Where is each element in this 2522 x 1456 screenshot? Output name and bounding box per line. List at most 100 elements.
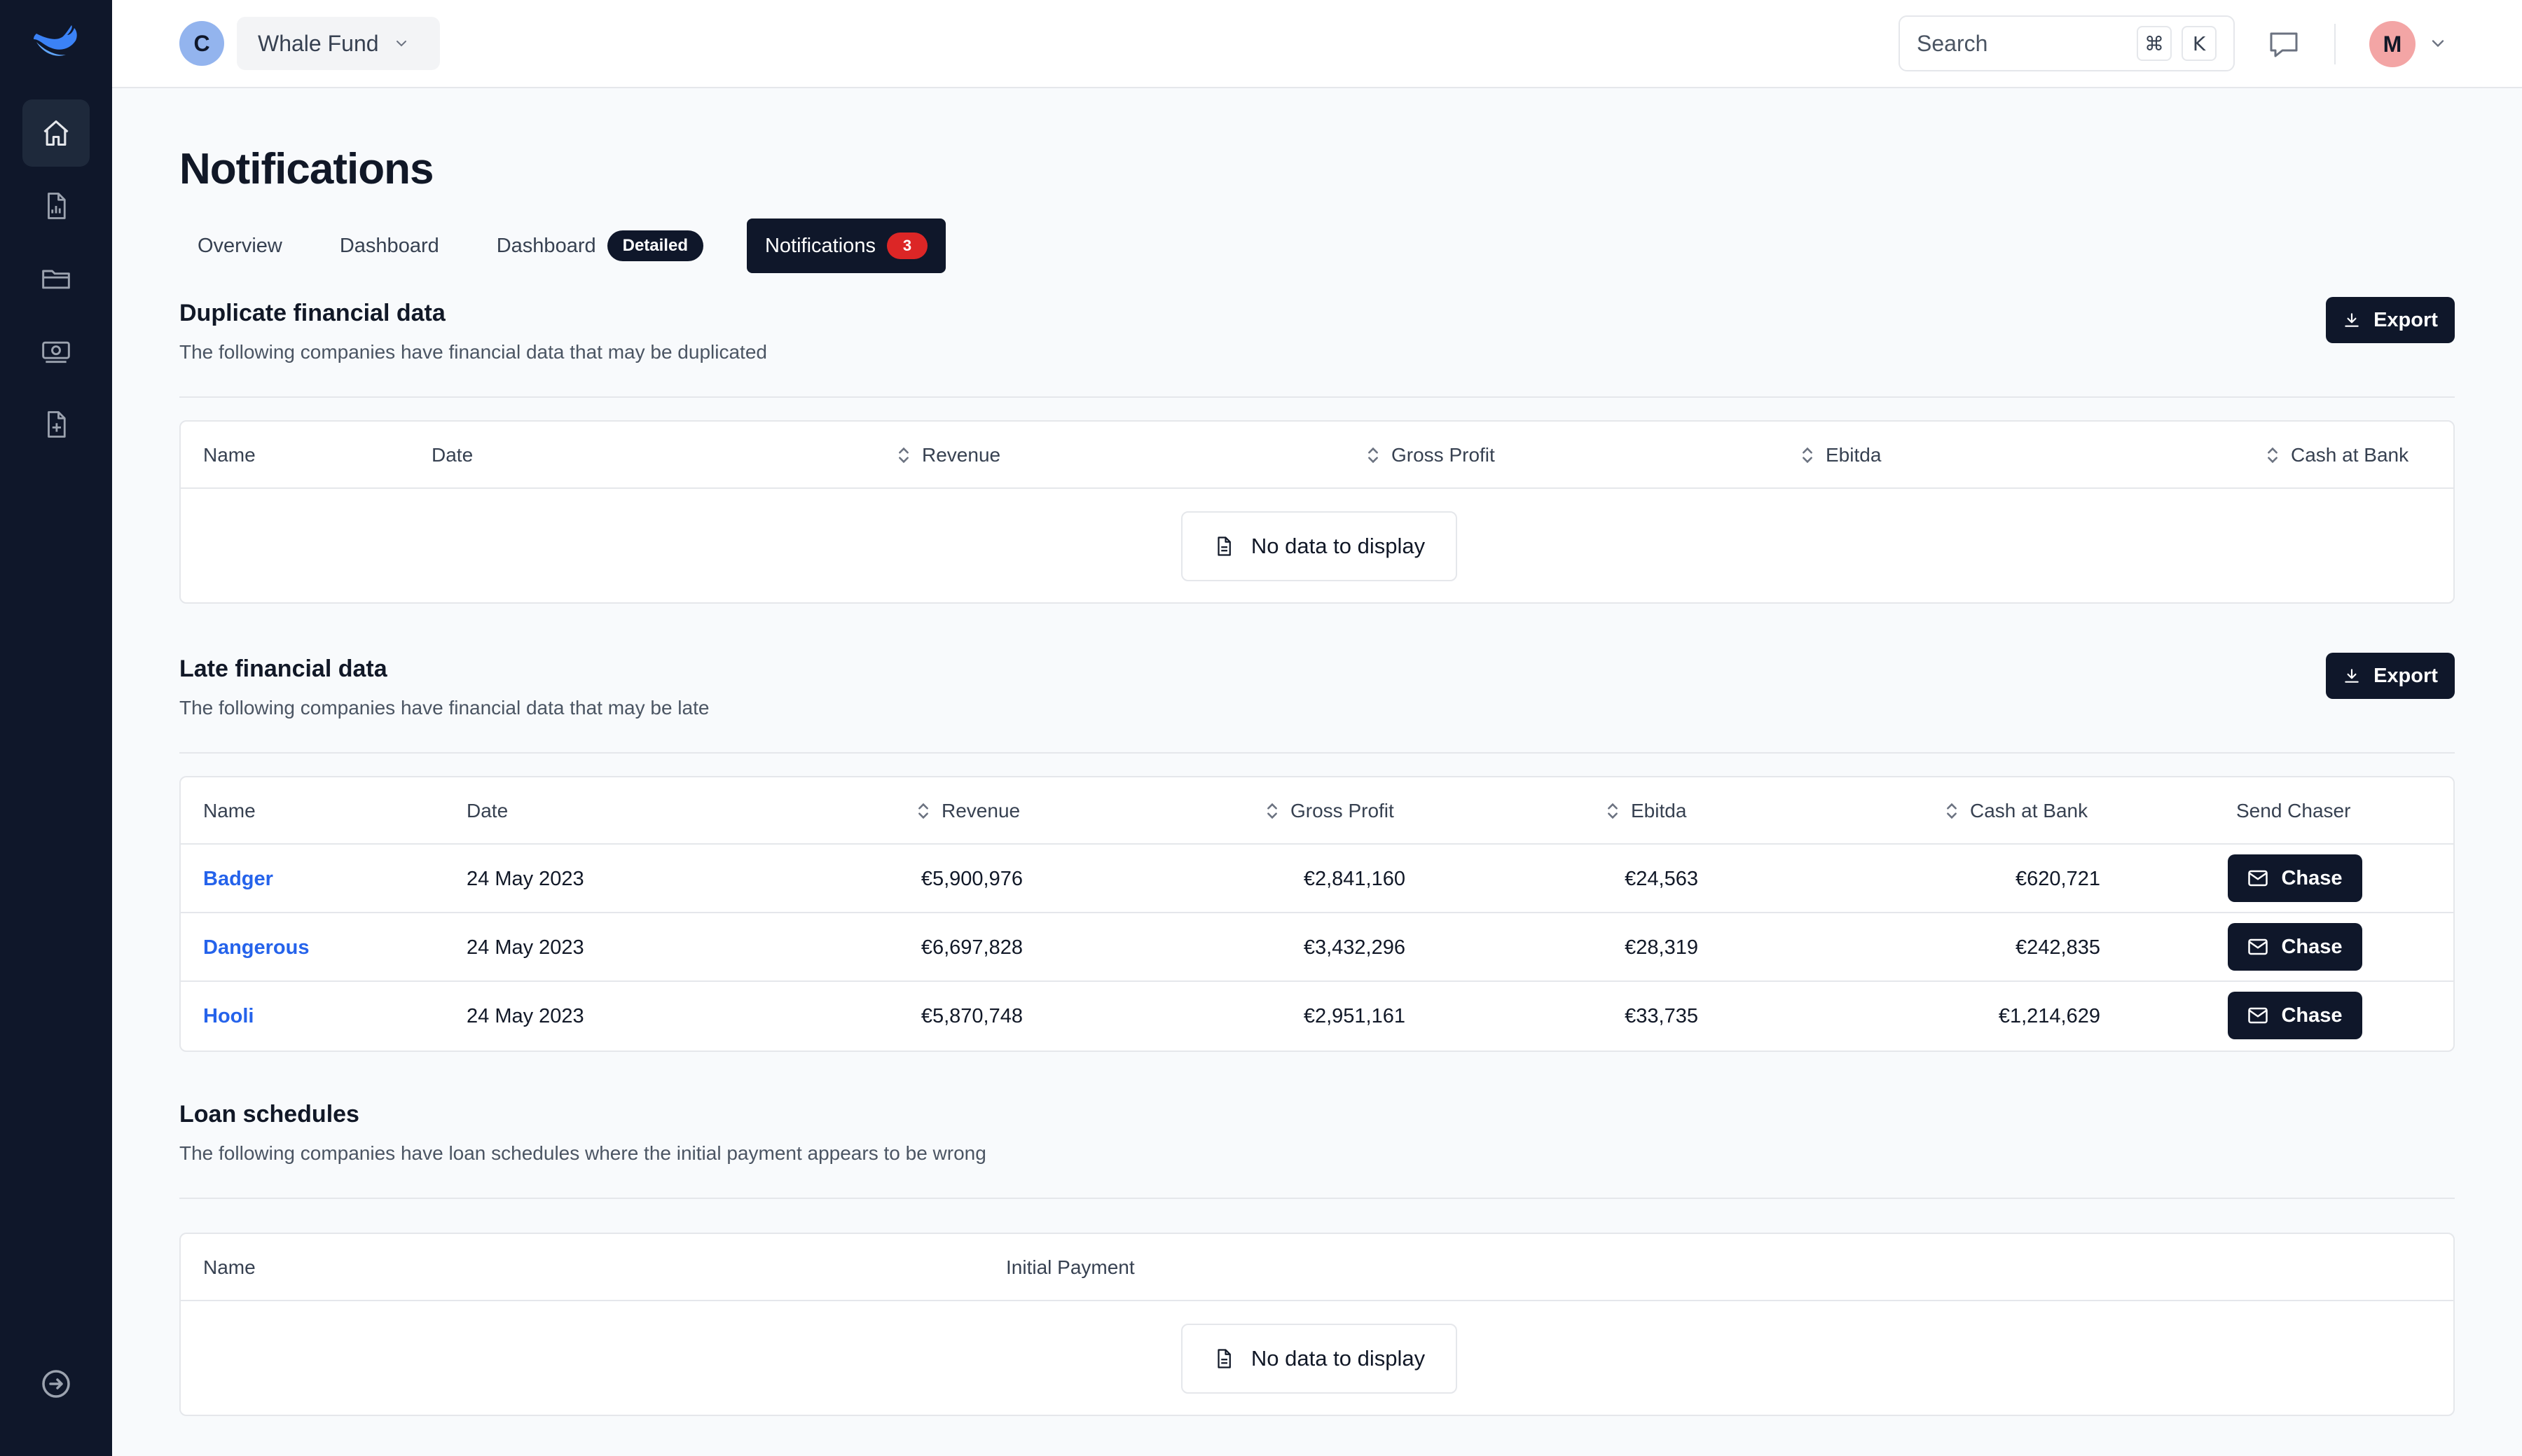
table-header: Name Date Revenue Gross Profit Ebitda Ca…	[181, 777, 2453, 845]
sort-icon	[1803, 447, 1812, 464]
search-shortcut: ⌘ K	[2137, 26, 2217, 61]
sidebar-item-new-file[interactable]	[22, 391, 90, 458]
chase-button[interactable]: Chase	[2228, 923, 2362, 971]
table-row: Hooli 24 May 2023 €5,870,748 €2,951,161 …	[181, 982, 2453, 1051]
download-icon	[2345, 669, 2359, 683]
sort-icon	[1368, 447, 1378, 464]
tab-label: Notifications	[764, 234, 876, 257]
table-header: Name Date Revenue Gross Profit Ebitda Ca…	[181, 422, 2453, 489]
empty-state: No data to display	[181, 1301, 2453, 1415]
column-revenue[interactable]: Revenue	[915, 777, 1020, 845]
sort-icon	[899, 447, 909, 464]
sort-icon	[2268, 447, 2278, 464]
page-title: Notifications	[179, 145, 434, 193]
export-label: Export	[2373, 308, 2438, 331]
sort-icon	[1947, 803, 1957, 819]
column-date[interactable]: Date	[467, 777, 508, 845]
empty-state-label: No data to display	[1250, 1346, 1426, 1371]
cell-date: 24 May 2023	[467, 867, 584, 890]
sidebar-item-reports[interactable]	[22, 172, 90, 240]
company-link[interactable]: Hooli	[203, 982, 254, 1051]
cell-date: 24 May 2023	[467, 1004, 584, 1027]
shortcut-k-key: K	[2182, 26, 2217, 61]
cell-revenue: €6,697,828	[921, 936, 1023, 959]
sidebar-item-cash[interactable]	[22, 318, 90, 385]
top-bar-divider	[2334, 24, 2336, 64]
chase-button[interactable]: Chase	[2228, 992, 2362, 1039]
cell-cash-at-bank: €242,835	[2015, 936, 2100, 959]
search-placeholder: Search	[1917, 30, 1988, 56]
home-icon	[43, 120, 69, 146]
mail-icon	[2248, 1007, 2268, 1024]
column-ebitda[interactable]: Ebitda	[1799, 422, 1881, 489]
sidebar-nav	[22, 99, 90, 458]
document-icon	[1218, 536, 1231, 556]
cell-gross-profit: €2,951,161	[1303, 1004, 1405, 1027]
shortcut-cmd-key: ⌘	[2137, 26, 2172, 61]
company-link[interactable]: Dangerous	[203, 913, 309, 982]
user-menu-chevron-icon[interactable]	[2428, 34, 2448, 57]
column-gross-profit[interactable]: Gross Profit	[1264, 777, 1394, 845]
sidebar-item-logout[interactable]	[22, 1350, 90, 1421]
column-name[interactable]: Name	[203, 1234, 256, 1301]
company-link[interactable]: Badger	[203, 845, 273, 913]
column-cash-at-bank[interactable]: Cash at Bank	[1943, 777, 2088, 845]
user-avatar[interactable]: M	[2369, 21, 2416, 67]
column-send-chaser: Send Chaser	[2236, 800, 2351, 821]
loan-schedules-section: Loan schedules The following companies h…	[179, 1101, 2455, 1416]
cell-date: 24 May 2023	[467, 936, 584, 959]
chase-label: Chase	[2281, 935, 2343, 958]
column-name[interactable]: Name	[203, 777, 256, 845]
export-button[interactable]: Export	[2326, 653, 2455, 699]
empty-state-box: No data to display	[1181, 511, 1457, 581]
whale-logo-icon[interactable]	[28, 21, 84, 66]
sidebar-item-folders[interactable]	[22, 245, 90, 312]
duplicate-data-section: Duplicate financial data The following c…	[179, 297, 2455, 604]
chase-button[interactable]: Chase	[2228, 854, 2362, 902]
column-date[interactable]: Date	[432, 422, 473, 489]
column-initial-payment[interactable]: Initial Payment	[1006, 1234, 1135, 1301]
column-cash-at-bank[interactable]: Cash at Bank	[2264, 422, 2409, 489]
loan-schedules-table: Name Initial Payment No data to display	[179, 1233, 2455, 1416]
cell-ebitda: €24,563	[1625, 867, 1698, 890]
duplicate-data-table: Name Date Revenue Gross Profit Ebitda Ca…	[179, 420, 2455, 604]
tab-dashboard[interactable]: Dashboard	[322, 219, 457, 273]
table-row: Badger 24 May 2023 €5,900,976 €2,841,160…	[181, 845, 2453, 913]
section-title: Late financial data	[179, 656, 387, 682]
table-header: Name Initial Payment	[181, 1234, 2453, 1301]
workspace-selector[interactable]: Whale Fund	[237, 17, 440, 70]
tab-overview[interactable]: Overview	[179, 219, 301, 273]
document-icon	[1218, 1349, 1231, 1368]
column-name[interactable]: Name	[203, 422, 256, 489]
report-icon	[48, 193, 66, 219]
column-revenue[interactable]: Revenue	[895, 422, 1000, 489]
workspace-avatar[interactable]: C	[179, 21, 224, 66]
chase-label: Chase	[2281, 1004, 2343, 1027]
section-title: Loan schedules	[179, 1101, 359, 1128]
sidebar	[0, 0, 112, 1456]
section-description: The following companies have financial d…	[179, 341, 767, 363]
messages-icon[interactable]	[2267, 28, 2301, 65]
column-gross-profit[interactable]: Gross Profit	[1365, 422, 1495, 489]
sidebar-item-home[interactable]	[22, 99, 90, 167]
cell-gross-profit: €2,841,160	[1303, 867, 1405, 890]
chase-label: Chase	[2281, 866, 2343, 889]
late-data-section: Late financial data The following compan…	[179, 653, 2455, 1052]
tab-notifications[interactable]: Notifications 3	[746, 219, 946, 273]
column-ebitda[interactable]: Ebitda	[1604, 777, 1686, 845]
cell-revenue: €5,900,976	[921, 867, 1023, 890]
tab-label: Dashboard	[496, 234, 596, 257]
section-description: The following companies have financial d…	[179, 697, 710, 719]
empty-state: No data to display	[181, 489, 2453, 602]
tab-dashboard-detailed[interactable]: Dashboard Detailed	[478, 219, 703, 273]
sort-icon	[1267, 803, 1277, 819]
sort-icon	[1608, 803, 1618, 819]
cell-revenue: €5,870,748	[921, 1004, 1023, 1027]
export-button[interactable]: Export	[2326, 297, 2455, 343]
late-data-table: Name Date Revenue Gross Profit Ebitda Ca…	[179, 776, 2455, 1052]
search-input[interactable]: Search ⌘ K	[1899, 15, 2235, 71]
download-icon	[2345, 313, 2359, 327]
section-title: Duplicate financial data	[179, 300, 446, 326]
file-add-icon	[48, 411, 66, 438]
mail-icon	[2248, 938, 2268, 955]
